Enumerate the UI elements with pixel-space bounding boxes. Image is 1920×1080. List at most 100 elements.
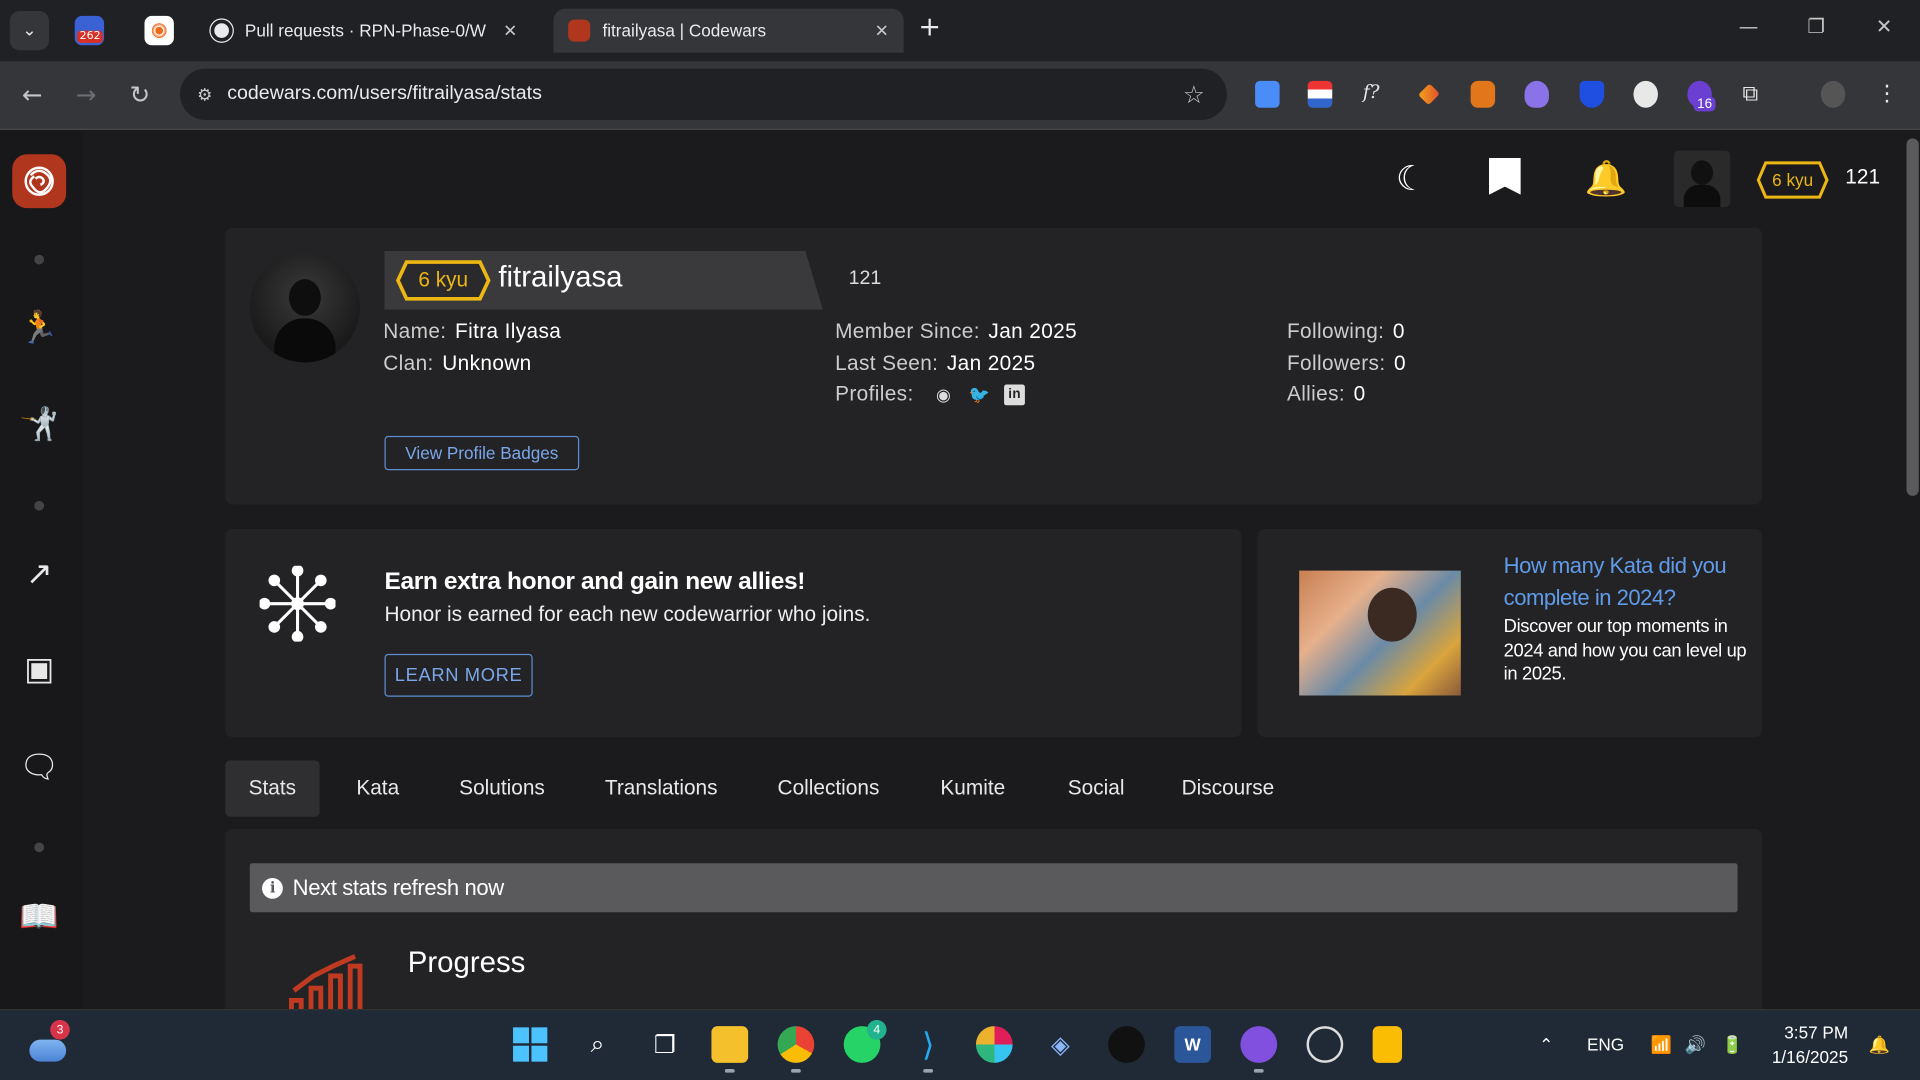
minimize-button[interactable]: — (1739, 15, 1759, 38)
chrome-icon[interactable] (777, 1026, 815, 1063)
sidebar-item-training[interactable]: 🏃 (19, 309, 59, 348)
running-indicator (791, 1068, 801, 1073)
followers-row: Followers: 0 (1287, 351, 1406, 375)
sidebar-item-practice[interactable]: 🤺 (19, 405, 59, 444)
battery-icon[interactable]: 🔋 (1722, 1035, 1743, 1056)
chevron-up-icon[interactable]: ⌃ (1539, 1035, 1553, 1056)
profile-avatar-icon[interactable] (1820, 80, 1846, 108)
obs-icon[interactable] (1306, 1026, 1344, 1063)
info-icon: i (262, 877, 283, 899)
site-settings-icon[interactable]: ⚙ (197, 84, 212, 105)
close-tab-icon[interactable]: ✕ (503, 20, 517, 41)
bookmark-star-icon[interactable]: ☆ (1183, 80, 1205, 111)
chevron-down-icon: ⌄ (22, 20, 37, 41)
year-review-promo[interactable]: How many Kata did you complete in 2024? … (1257, 528, 1763, 738)
search-icon[interactable]: ⌕ (579, 1026, 616, 1063)
pinned-tab-icon[interactable] (144, 15, 174, 46)
extension-formula-icon[interactable]: f? (1363, 81, 1387, 108)
tab-translations[interactable]: Translations (605, 760, 718, 816)
moon-icon[interactable]: ☾ (1396, 158, 1427, 198)
followers-value: 0 (1394, 351, 1407, 375)
close-window-button[interactable]: ✕ (1876, 15, 1892, 38)
extension-ghost-icon[interactable] (1524, 80, 1549, 108)
windows-start-icon[interactable] (512, 1026, 549, 1063)
back-icon[interactable]: ← (22, 80, 43, 109)
sidebar-item-discord[interactable]: ▣ (20, 650, 59, 689)
sidebar-item-docs[interactable]: 📖 (19, 898, 59, 937)
extension-chatgpt-icon[interactable] (1633, 80, 1658, 108)
extensions-puzzle-icon[interactable]: ⧉ (1742, 81, 1766, 108)
word-icon[interactable]: W (1174, 1026, 1212, 1063)
address-bar[interactable]: ⚙ codewars.com/users/fitrailyasa/stats ☆ (180, 68, 1227, 121)
profiles-row: Profiles: ◉ 🐦 in (835, 382, 1026, 406)
promo-title-link[interactable]: How many Kata did you complete in 2024? (1504, 550, 1744, 614)
chatgpt-app-icon[interactable] (1108, 1026, 1145, 1063)
slack-icon[interactable] (975, 1026, 1013, 1063)
vscode-icon[interactable]: ⟩ (910, 1026, 947, 1063)
twitter-icon[interactable]: 🐦 (969, 385, 990, 406)
honor-count: 121 (1845, 165, 1881, 189)
new-tab-button[interactable]: + (918, 12, 941, 43)
keep-notes-icon[interactable] (1372, 1026, 1403, 1063)
tab-codewars[interactable]: fitrailyasa | Codewars ✕ (553, 8, 904, 53)
extension-colorzilla-icon[interactable] (1307, 80, 1333, 108)
user-avatar[interactable] (1673, 150, 1731, 207)
system-clock[interactable]: 3:57 PM 1/16/2025 (1772, 1020, 1848, 1069)
language-indicator[interactable]: ENG (1587, 1035, 1624, 1055)
avatar-head (1691, 160, 1714, 185)
github-icon[interactable]: ◉ (933, 385, 954, 406)
notification-bell-icon[interactable]: 🔔 (1869, 1035, 1890, 1056)
sidebar-item-leaderboards[interactable]: ↗ (20, 555, 59, 594)
linkedin-icon[interactable]: in (1004, 384, 1026, 406)
file-explorer-icon[interactable] (711, 1026, 749, 1063)
tab-social[interactable]: Social (1068, 760, 1125, 816)
bookmark-icon[interactable] (1488, 157, 1521, 195)
tab-pull-requests[interactable]: Pull requests · RPN-Phase-0/W ✕ (196, 9, 549, 53)
avatar-head (288, 279, 321, 316)
profile-links: ◉ 🐦 in (933, 384, 1026, 406)
tab-search-button[interactable]: ⌄ (9, 11, 49, 51)
windows-logo (513, 1027, 548, 1062)
extension-pen-icon[interactable] (1418, 83, 1440, 106)
tab-discourse[interactable]: Discourse (1182, 760, 1275, 816)
forward-icon[interactable]: → (76, 80, 97, 109)
member-since-label: Member Since: (835, 319, 980, 343)
restore-button[interactable]: ❐ (1807, 15, 1825, 38)
url-text: codewars.com/users/fitrailyasa/stats (227, 83, 542, 105)
sidebar-item-discussions[interactable]: 🗨 (19, 748, 59, 787)
extension-docs-icon[interactable] (1255, 80, 1280, 108)
shield-icon[interactable] (1579, 80, 1605, 108)
metamask-icon[interactable] (1470, 80, 1496, 108)
codewars-logo-icon (24, 166, 54, 196)
tab-kumite[interactable]: Kumite (940, 760, 1005, 816)
tab-solutions[interactable]: Solutions (459, 760, 545, 816)
rank-badge[interactable]: 6 kyu (1756, 160, 1829, 199)
weather-badge: 3 (50, 1020, 70, 1040)
browser-menu-icon[interactable]: ⋮ (1876, 81, 1900, 108)
name-label: Name: (383, 319, 447, 343)
remote-desktop-icon[interactable]: ◈ (1042, 1026, 1079, 1063)
volume-icon[interactable]: 🔊 (1685, 1035, 1706, 1056)
pinned-tab-calendar[interactable]: 262 (74, 15, 105, 46)
task-view-icon[interactable]: ❐ (647, 1026, 684, 1063)
rank-badge: 6 kyu (395, 260, 492, 302)
learn-more-button[interactable]: LEARN MORE (384, 653, 533, 697)
tab-title: fitrailyasa | Codewars (602, 20, 767, 41)
wifi-icon[interactable]: 📶 (1651, 1035, 1672, 1056)
sidebar-divider-dot (34, 254, 45, 265)
view-profile-badges-button[interactable]: View Profile Badges (384, 435, 580, 471)
codewars-logo[interactable] (12, 154, 67, 209)
following-label: Following: (1286, 319, 1385, 343)
clan-row: Clan: Unknown (383, 351, 531, 375)
network-burst-icon (259, 565, 336, 642)
tab-collections[interactable]: Collections (778, 760, 880, 816)
allies-label: Allies: (1286, 382, 1346, 406)
close-tab-icon[interactable]: ✕ (875, 20, 889, 41)
running-indicator (923, 1068, 934, 1073)
tab-stats[interactable]: Stats (225, 760, 320, 817)
github-desktop-icon[interactable] (1240, 1026, 1278, 1063)
reload-icon[interactable]: ↻ (130, 80, 151, 109)
bell-icon[interactable]: 🔔 (1584, 158, 1627, 198)
tab-kata[interactable]: Kata (356, 760, 399, 816)
scrollbar-thumb[interactable] (1906, 138, 1919, 496)
